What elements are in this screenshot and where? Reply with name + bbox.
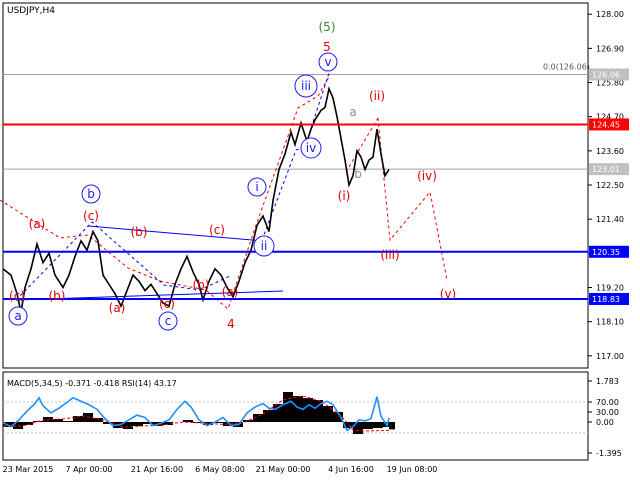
wave-label: (iv) — [417, 169, 437, 183]
macd-bar — [389, 422, 395, 430]
x-tick-label: 21 Apr 16:00 — [131, 465, 183, 474]
wave-label: i — [255, 180, 258, 194]
fib-level-text: 0.0(126.06) — [543, 62, 590, 71]
wave-label: b — [354, 167, 362, 181]
y-tick-label: 122.50 — [596, 181, 624, 190]
macd-bar — [363, 422, 373, 429]
x-tick-label: 7 Apr 00:00 — [65, 465, 112, 474]
level-label: 124.45 — [592, 120, 620, 129]
wave-label: b — [87, 187, 95, 201]
y-tick-label: 123.60 — [596, 147, 624, 156]
y-tick-label: 119.20 — [596, 283, 624, 292]
y-tick-label: 117.00 — [596, 352, 624, 361]
wave-label: (v) — [440, 287, 456, 301]
y-tick-label: 121.40 — [596, 215, 624, 224]
indicator-tick-label: 30.00 — [596, 408, 619, 417]
wave-label: (a) — [109, 301, 126, 315]
indicator-tick-label: 0.00 — [596, 418, 614, 427]
wave-label: ii — [261, 239, 268, 253]
level-label: 118.83 — [592, 295, 620, 304]
wave-label: a — [14, 309, 21, 323]
macd-bar — [283, 392, 293, 422]
y-tick-label: 118.10 — [596, 318, 624, 327]
wave-label: (c) — [9, 289, 25, 303]
wave-label: (a) — [29, 217, 46, 231]
wave-label: (5) — [319, 20, 336, 34]
indicator-tick-label: 1.783 — [596, 377, 619, 386]
indicator-title: MACD(5,34,5) -0.371 -0.418 RSI(14) 43.17 — [7, 379, 177, 388]
macd-bar — [183, 420, 193, 422]
chart-title: USDJPY,H4 — [7, 6, 55, 16]
wave-label: (ii) — [369, 89, 385, 103]
gray-level-label: 126.06 — [592, 70, 620, 79]
wave-label: c — [165, 314, 172, 328]
wave-label: 5 — [323, 40, 331, 54]
indicator-tick-label: -1.395 — [596, 449, 622, 458]
indicator-tick-label: 70.00 — [596, 398, 619, 407]
macd-bar — [373, 422, 383, 428]
wave-label: (b) — [49, 289, 66, 303]
gray-level-label: 123.01 — [592, 165, 620, 174]
x-tick-label: 23 Mar 2015 — [3, 465, 54, 474]
wave-label: (iii) — [380, 248, 399, 262]
macd-bar — [63, 421, 73, 422]
y-tick-label: 126.90 — [596, 44, 624, 53]
wave-label: (c) — [159, 297, 175, 311]
x-tick-label: 21 May 00:00 — [256, 465, 311, 474]
y-tick-label: 128.00 — [596, 10, 624, 19]
wave-label: (a) — [222, 285, 239, 299]
wave-label: (b) — [193, 278, 210, 292]
price-chart[interactable]: 128.00126.90125.80124.70123.60122.50121.… — [0, 0, 640, 480]
wave-label: a — [349, 105, 356, 119]
macd-bar — [263, 410, 273, 422]
chart-window: 128.00 126.90 125.80 124.70 123.60 122.50 121.… — [0, 0, 640, 480]
level-label: 120.35 — [592, 248, 620, 257]
macd-bar — [303, 398, 313, 422]
wave-label: v — [324, 55, 331, 69]
x-tick-label: 6 May 08:00 — [195, 465, 245, 474]
x-tick-label: 19 Jun 08:00 — [387, 465, 438, 474]
wave-label: (c) — [83, 209, 99, 223]
wave-label: iv — [306, 141, 316, 155]
macd-bar — [243, 420, 253, 422]
wave-label: iii — [301, 79, 311, 93]
wave-label: (b) — [131, 225, 148, 239]
wave-label: 4 — [227, 317, 235, 331]
macd-bar — [133, 422, 143, 426]
wave-label: (c) — [209, 223, 225, 237]
x-tick-label: 4 Jun 16:00 — [328, 465, 374, 474]
wave-label: (i) — [338, 189, 351, 203]
